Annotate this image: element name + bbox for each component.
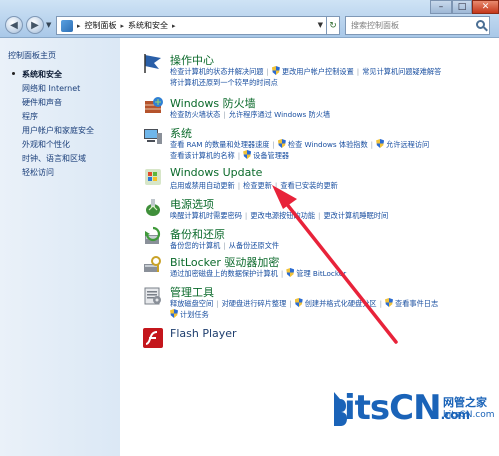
address-bar[interactable]: ▸ 控制面板 ▸ 系统和安全 ▸ ▼ — [56, 16, 338, 35]
sidebar-home-link[interactable]: 控制面板主页 — [8, 50, 56, 61]
watermark-site-url: bitsCN.com — [443, 410, 495, 420]
sidebar-item-appearance[interactable]: 外观和个性化 — [22, 139, 70, 150]
refresh-button[interactable]: ↻ — [326, 16, 340, 35]
breadcrumb-separator-icon[interactable]: ▸ — [121, 22, 125, 30]
uac-shield-icon — [385, 298, 393, 307]
close-icon: ✕ — [481, 2, 490, 12]
link-computer-name[interactable]: 查看该计算机的名称 — [170, 151, 235, 160]
link-system-restore[interactable]: 将计算机还原到一个较早的时间点 — [170, 78, 278, 87]
flash-icon — [143, 328, 163, 348]
search-placeholder: 搜索控制面板 — [351, 21, 399, 30]
windows-update-icon — [145, 169, 161, 185]
breadcrumb-system-security[interactable]: 系统和安全 — [128, 20, 168, 31]
uac-shield-icon — [376, 139, 385, 148]
link-check-updates[interactable]: 检查更新 — [243, 181, 272, 190]
category-links: 检查计算机的状态并解决问题 | 更改用户帐户控制设置 | 常见计算机问题疑难解答 将计算… — [170, 66, 442, 87]
sidebar-item-programs[interactable]: 程序 — [22, 111, 38, 122]
minimize-icon: – — [438, 2, 444, 12]
link-uac-settings[interactable]: 更改用户帐户控制设置 — [282, 67, 354, 76]
category-links: 检查防火墙状态 | 允许程序通过 Windows 防火墙 — [170, 110, 331, 119]
watermark: itsCN.com 网管之家 bitsCN.com — [330, 386, 499, 456]
sidebar-item-hardware-sound[interactable]: 硬件和声音 — [22, 97, 62, 108]
sidebar-item-user-accounts[interactable]: 用户帐户和家庭安全 — [22, 125, 94, 136]
category-links: 释放磁盘空间 | 对硬盘进行碎片整理 | 创建并格式化硬盘分区 | 查看事件日志 计划任务 — [170, 298, 439, 319]
sidebar: 控制面板主页 系统和安全 网络和 Internet 硬件和声音 程序 用户帐户和… — [0, 38, 120, 456]
sidebar-item-system-security[interactable]: 系统和安全 — [22, 69, 62, 80]
link-installed-updates[interactable]: 查看已安装的更新 — [280, 181, 338, 190]
search-icon[interactable] — [476, 20, 485, 29]
back-arrow-icon: ◀ — [10, 19, 18, 31]
link-remote-access[interactable]: 允许远程访问 — [386, 140, 429, 149]
link-event-log[interactable]: 查看事件日志 — [395, 299, 438, 308]
control-panel-icon — [61, 19, 73, 32]
link-troubleshoot[interactable]: 常见计算机问题疑难解答 — [362, 67, 441, 76]
link-wake-password[interactable]: 唤醒计算机时需要密码 — [170, 211, 242, 220]
sidebar-item-network[interactable]: 网络和 Internet — [22, 83, 80, 94]
forward-arrow-icon: ▶ — [31, 19, 39, 31]
computer-icon — [144, 129, 162, 144]
close-button[interactable]: ✕ — [472, 0, 499, 14]
category-title[interactable]: Flash Player — [170, 327, 237, 340]
uac-shield-icon — [271, 66, 280, 75]
minimize-button[interactable]: – — [430, 0, 452, 14]
back-button[interactable]: ◀ — [5, 16, 23, 34]
refresh-icon: ↻ — [329, 20, 337, 31]
active-bullet-icon — [12, 72, 15, 75]
sidebar-item-clock-region[interactable]: 时钟、语言和区域 — [22, 153, 86, 164]
link-manage-bitlocker[interactable]: 管理 BitLocker — [296, 269, 346, 278]
breadcrumb-control-panel[interactable]: 控制面板 — [85, 20, 117, 31]
category-links: 启用或禁用自动更新 | 检查更新 | 查看已安装的更新 — [170, 181, 338, 190]
breadcrumb-separator-icon[interactable]: ▸ — [172, 22, 176, 30]
power-icon — [146, 199, 160, 216]
bitlocker-icon — [144, 256, 161, 272]
link-auto-update[interactable]: 启用或禁用自动更新 — [170, 181, 235, 190]
link-ram-cpu[interactable]: 查看 RAM 的数量和处理器速度 — [170, 140, 269, 149]
link-defragment[interactable]: 对硬盘进行碎片整理 — [222, 299, 287, 308]
category-links: 备份您的计算机 | 从备份还原文件 — [170, 241, 280, 250]
category-title[interactable]: Windows Update — [170, 166, 262, 179]
backup-icon — [145, 226, 161, 244]
category-links: 唤醒计算机时需要密码 | 更改电源按钮的功能 | 更改计算机睡眠时间 — [170, 211, 389, 220]
category-links: 通过加密磁盘上的数据保护计算机 | 管理 BitLocker — [170, 268, 347, 278]
uac-shield-icon — [294, 298, 303, 307]
sidebar-item-ease-of-access[interactable]: 轻松访问 — [22, 167, 54, 178]
search-input[interactable]: 搜索控制面板 — [345, 16, 490, 35]
link-schedule-tasks[interactable]: 计划任务 — [180, 310, 209, 319]
maximize-button[interactable]: □ — [452, 0, 472, 14]
link-disk-cleanup[interactable]: 释放磁盘空间 — [170, 299, 213, 308]
link-check-status[interactable]: 检查计算机的状态并解决问题 — [170, 67, 263, 76]
link-sleep-time[interactable]: 更改计算机睡眠时间 — [323, 211, 388, 220]
link-device-manager[interactable]: 设备管理器 — [253, 151, 289, 160]
recent-pages-icon[interactable]: ▼ — [46, 21, 51, 29]
flag-icon — [144, 54, 161, 73]
link-power-button[interactable]: 更改电源按钮的功能 — [250, 211, 315, 220]
title-bar: ◀ ▶ ▼ ▸ 控制面板 ▸ 系统和安全 ▸ ▼ ↻ 搜索控制面板 – □ ✕ — [0, 0, 499, 38]
forward-button[interactable]: ▶ — [26, 16, 44, 34]
watermark-site-name: 网管之家 — [443, 396, 487, 409]
link-firewall-status[interactable]: 检查防火墙状态 — [170, 110, 220, 119]
uac-shield-icon — [286, 268, 295, 277]
category-links: 查看 RAM 的数量和处理器速度 | 检查 Windows 体验指数 | 允许远程访问 … — [170, 139, 430, 160]
address-dropdown-icon[interactable]: ▼ — [318, 21, 323, 29]
link-encrypt-disk[interactable]: 通过加密磁盘上的数据保护计算机 — [170, 269, 278, 278]
link-partition[interactable]: 创建并格式化硬盘分区 — [305, 299, 377, 308]
uac-shield-icon — [243, 150, 252, 159]
firewall-icon — [145, 97, 163, 113]
uac-shield-icon — [277, 139, 286, 148]
link-restore-files[interactable]: 从备份还原文件 — [229, 241, 279, 250]
admin-tools-icon — [144, 287, 161, 305]
link-experience-index[interactable]: 检查 Windows 体验指数 — [288, 140, 368, 149]
breadcrumb-separator-icon[interactable]: ▸ — [77, 22, 81, 30]
maximize-icon: □ — [457, 2, 467, 12]
link-allow-program[interactable]: 允许程序通过 Windows 防火墙 — [229, 110, 330, 119]
link-backup-computer[interactable]: 备份您的计算机 — [170, 241, 220, 250]
uac-shield-icon — [170, 309, 178, 318]
